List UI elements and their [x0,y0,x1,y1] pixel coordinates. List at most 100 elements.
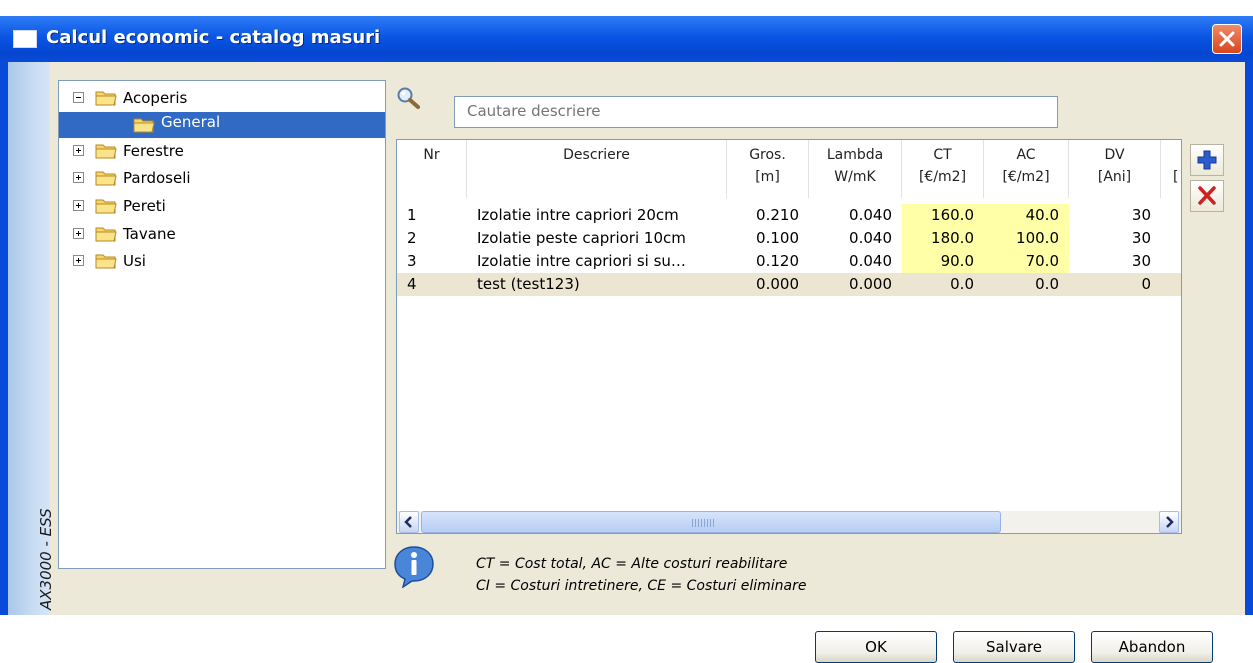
title-bar[interactable]: Calcul economic - catalog masuri [0,16,1253,62]
col-header-label: Lambda [826,147,884,163]
cell-descriere: test (test123) [477,275,580,293]
col-header-dv[interactable]: DV [Ani] [1069,140,1161,198]
col-header-label: AC [1016,147,1036,163]
table-row[interactable]: 1 Izolatie intre capriori 20cm 0.210 0.0… [397,204,1181,227]
cell-gros: 0.000 [756,275,799,293]
table-header: Nr Descriere Gros. [m] Lambda W/mK CT [€/m2… [397,140,1181,204]
folder-icon [95,169,117,186]
save-button[interactable]: Salvare [953,631,1075,663]
category-tree[interactable]: Acoperis General Ferestre Pardoseli Pere… [58,80,386,569]
col-header-unit: W/mK [834,169,876,185]
cell-ac: 40.0 [984,204,1069,227]
col-header-ac[interactable]: AC [€/m2] [984,140,1069,198]
col-header-nr[interactable]: Nr [397,140,467,198]
dialog-client-area: AX3000 - ESS Acoperis General Ferestre P… [8,62,1245,663]
search-field[interactable] [454,96,1058,128]
cell-dv: 30 [1131,252,1151,270]
info-icon [392,544,436,589]
scroll-left-button[interactable] [399,511,419,533]
tree-item-tavane[interactable]: Tavane [59,221,385,247]
tree-item-label: Pereti [123,197,166,215]
cell-ct: 180.0 [902,227,984,250]
col-header-unit: [€/m2] [918,169,967,185]
magnifier-icon [396,86,422,110]
expand-icon[interactable] [73,228,84,239]
col-header-next[interactable]: [ [1161,140,1181,198]
col-header-ct[interactable]: CT [€/m2] [902,140,984,198]
col-header-gros[interactable]: Gros. [m] [727,140,809,198]
cell-gros: 0.120 [756,252,799,270]
chevron-left-icon [404,516,412,528]
expand-icon[interactable] [73,200,84,211]
tree-item-label: Usi [123,252,146,270]
folder-icon [95,252,117,269]
horizontal-scrollbar[interactable] [397,511,1181,533]
tree-item-usi[interactable]: Usi [59,248,385,274]
cell-descriere: Izolatie intre capriori 20cm [477,206,679,224]
col-header-unit: [m] [755,169,780,185]
measures-table[interactable]: Nr Descriere Gros. [m] Lambda W/mK CT [€/m2… [396,139,1182,534]
table-row[interactable]: 2 Izolatie peste capriori 10cm 0.100 0.0… [397,227,1181,250]
window-title: Calcul economic - catalog masuri [46,27,381,48]
col-header-lambda[interactable]: Lambda W/mK [809,140,902,198]
cell-descriere: Izolatie peste capriori 10cm [477,229,686,247]
col-header-label: Nr [423,147,440,163]
tree-item-ferestre[interactable]: Ferestre [59,138,385,164]
cell-nr: 3 [407,252,417,270]
delete-button[interactable] [1190,180,1224,212]
folder-icon [95,89,117,106]
tree-item-label: Acoperis [123,89,188,107]
folder-open-icon [133,116,155,133]
scroll-grip [692,519,716,527]
background-strip [0,0,1253,16]
ok-button[interactable]: OK [815,631,937,663]
abandon-button[interactable]: Abandon [1091,631,1213,663]
col-header-label: Gros. [749,147,786,163]
cell-nr: 4 [407,275,417,293]
tree-item-pardoseli[interactable]: Pardoseli [59,165,385,191]
tree-item-label: Ferestre [123,142,184,160]
legend-line-1: CT = Cost total, AC = Alte costuri reabi… [476,556,788,572]
cell-dv: 30 [1131,229,1151,247]
expand-icon[interactable] [73,145,84,156]
col-header-descriere[interactable]: Descriere [467,140,727,198]
collapse-icon[interactable] [73,92,84,103]
cell-dv: 0 [1141,275,1151,293]
col-header-unit: [€/m2] [1002,169,1050,185]
scroll-right-button[interactable] [1159,511,1179,533]
add-button[interactable] [1190,144,1224,176]
tree-item-pereti[interactable]: Pereti [59,193,385,219]
folder-icon [95,142,117,159]
cell-dv: 30 [1131,206,1151,224]
cell-ct: 90.0 [902,250,984,273]
cell-ac: 100.0 [984,227,1069,250]
cell-ct: 160.0 [902,204,984,227]
table-row-selected[interactable]: 4 test (test123) 0.000 0.000 0.0 0.0 0 [397,273,1181,296]
cell-descriere: Izolatie intre capriori si su… [477,252,686,270]
search-input[interactable] [467,97,1057,125]
window-icon [13,30,37,48]
close-button[interactable] [1212,24,1242,54]
side-banner-label: AX3000 - ESS [37,508,55,610]
chevron-right-icon [1166,516,1174,528]
plus-icon [1197,150,1217,170]
cell-lambda: 0.000 [849,275,892,293]
table-row[interactable]: 3 Izolatie intre capriori si su… 0.120 0… [397,250,1181,273]
cell-ac: 70.0 [984,250,1069,273]
expand-icon[interactable] [73,255,84,266]
col-header-unit: [ [1173,169,1179,185]
tree-item-acoperis[interactable]: Acoperis [59,85,385,111]
expand-icon[interactable] [73,172,84,183]
side-banner: AX3000 - ESS [8,62,55,615]
tree-item-general[interactable]: General [59,112,385,138]
cell-lambda: 0.040 [849,252,892,270]
cell-gros: 0.210 [756,206,799,224]
cell-ac: 0.0 [1035,275,1059,293]
scroll-thumb[interactable] [421,511,1001,533]
cell-nr: 2 [407,229,417,247]
col-header-label: DV [1104,147,1125,163]
legend-text: CT = Cost total, AC = Alte costuri reabi… [476,553,806,597]
dialog-window: Calcul economic - catalog masuri AX3000 … [0,16,1253,663]
col-header-label: CT [933,147,952,163]
delete-x-icon [1198,186,1216,205]
